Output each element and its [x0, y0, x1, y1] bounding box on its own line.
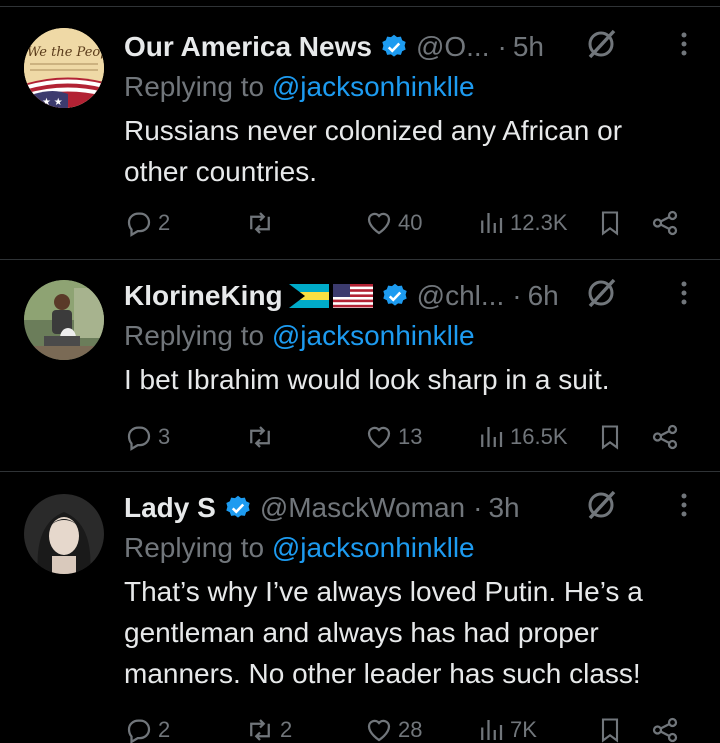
repost-button[interactable]: [244, 208, 280, 238]
us-flag-icon: [332, 284, 373, 308]
reply-count: 3: [158, 424, 171, 449]
share-button[interactable]: [650, 422, 680, 452]
reply-button[interactable]: 2: [124, 208, 170, 238]
handle[interactable]: @chl...: [417, 280, 505, 312]
tweet-text: That’s why I’ve always loved Putin. He’s…: [124, 576, 643, 689]
like-count: 28: [398, 717, 423, 742]
bookmark-icon: [601, 718, 619, 743]
more-icon[interactable]: [678, 278, 690, 315]
reply-icon: [127, 719, 151, 743]
separator-dot: ·: [512, 280, 522, 311]
repost-icon: [250, 426, 270, 448]
repost-button[interactable]: 2: [244, 715, 292, 743]
flags: [288, 284, 373, 308]
reply-count: 2: [158, 717, 171, 742]
tweet-1[interactable]: We the People ★ ★ Our America News @O...…: [0, 7, 720, 259]
timestamp[interactable]: 3h: [488, 492, 519, 524]
grok-icon[interactable]: [584, 488, 618, 529]
views-icon: [481, 720, 503, 740]
mention-link[interactable]: @jacksonhinklle: [272, 532, 475, 563]
views-icon: [481, 427, 503, 447]
views-icon: [481, 213, 503, 233]
grok-icon[interactable]: [584, 276, 618, 317]
like-button[interactable]: 13: [364, 422, 422, 452]
like-icon: [367, 719, 391, 742]
share-button[interactable]: [650, 715, 680, 743]
avatar[interactable]: [24, 280, 104, 360]
replying-to-label: Replying to: [124, 320, 265, 351]
tweet-2[interactable]: KlorineKing @chl... · 6h Replying to @ja…: [0, 259, 720, 471]
mention-link[interactable]: @jacksonhinklle: [272, 71, 475, 102]
views-button[interactable]: 12.3K: [476, 208, 568, 238]
verified-badge-icon: [380, 33, 408, 61]
svg-text:We the People: We the People: [27, 45, 104, 60]
display-name[interactable]: KlorineKing: [124, 280, 283, 312]
avatar[interactable]: We the People ★ ★: [24, 28, 104, 108]
like-button[interactable]: 28: [364, 715, 422, 743]
tweet-3[interactable]: Lady S @MasckWoman · 3h Replying to @jac…: [0, 471, 720, 743]
like-count: 13: [398, 424, 423, 449]
bookmark-icon: [601, 211, 619, 236]
bookmark-button[interactable]: [596, 715, 624, 743]
handle[interactable]: @O...: [416, 31, 490, 63]
reply-icon: [127, 426, 151, 451]
bahamas-flag-icon: [288, 284, 329, 308]
more-icon[interactable]: [678, 490, 690, 527]
replying-to: Replying to @jacksonhinklle: [124, 316, 690, 356]
avatar[interactable]: [24, 494, 104, 574]
view-count: 16.5K: [510, 424, 568, 449]
replying-to: Replying to @jacksonhinklle: [124, 67, 690, 107]
tweet-text: I bet Ibrahim would look sharp in a suit…: [124, 364, 610, 395]
timestamp[interactable]: 5h: [513, 31, 544, 63]
reply-button[interactable]: 2: [124, 715, 170, 743]
like-button[interactable]: 40: [364, 208, 422, 238]
separator-dot: ·: [473, 492, 483, 523]
replying-to: Replying to @jacksonhinklle: [124, 528, 690, 568]
repost-icon: [250, 719, 270, 741]
share-icon: [652, 717, 678, 743]
separator-dot: ·: [497, 31, 507, 62]
timestamp[interactable]: 6h: [528, 280, 559, 312]
tweet-text: Russians never colonized any African or …: [124, 115, 623, 187]
tweet-header: Our America News @O... · 5h: [124, 27, 690, 67]
tweet-header: Lady S @MasckWoman · 3h: [124, 488, 690, 528]
view-count: 12.3K: [510, 210, 568, 235]
grok-icon[interactable]: [584, 27, 618, 68]
repost-count: 2: [280, 717, 293, 742]
share-button[interactable]: [650, 208, 680, 238]
reply-icon: [127, 212, 151, 237]
replying-to-label: Replying to: [124, 71, 265, 102]
display-name[interactable]: Our America News: [124, 31, 372, 63]
views-button[interactable]: 16.5K: [476, 422, 568, 452]
action-bar: 2 2 28 7K: [124, 710, 690, 743]
like-count: 40: [398, 210, 423, 235]
more-icon[interactable]: [678, 29, 690, 66]
lady-s-avatar-image: [24, 494, 104, 574]
reply-button[interactable]: 3: [124, 422, 170, 452]
display-name[interactable]: Lady S: [124, 492, 216, 524]
repost-icon: [250, 212, 270, 234]
share-icon: [652, 424, 678, 450]
like-icon: [367, 426, 391, 449]
we-the-people-avatar-image: We the People ★ ★: [24, 28, 104, 108]
share-icon: [652, 210, 678, 236]
svg-text:★ ★: ★ ★: [42, 97, 63, 108]
views-button[interactable]: 7K: [476, 715, 537, 743]
klorineking-avatar-image: [24, 280, 104, 360]
handle[interactable]: @MasckWoman: [260, 492, 465, 524]
mention-link[interactable]: @jacksonhinklle: [272, 320, 475, 351]
like-icon: [367, 212, 391, 235]
verified-badge-icon: [381, 282, 409, 310]
action-bar: 2 40 12.3K: [124, 203, 690, 243]
bookmark-button[interactable]: [596, 208, 624, 238]
bookmark-icon: [601, 425, 619, 450]
replying-to-label: Replying to: [124, 532, 265, 563]
repost-button[interactable]: [244, 422, 280, 452]
reply-count: 2: [158, 210, 171, 235]
view-count: 7K: [510, 717, 537, 742]
bookmark-button[interactable]: [596, 422, 624, 452]
tweet-header: KlorineKing @chl... · 6h: [124, 276, 690, 316]
action-bar: 3 13 16.5K: [124, 417, 690, 457]
verified-badge-icon: [224, 494, 252, 522]
